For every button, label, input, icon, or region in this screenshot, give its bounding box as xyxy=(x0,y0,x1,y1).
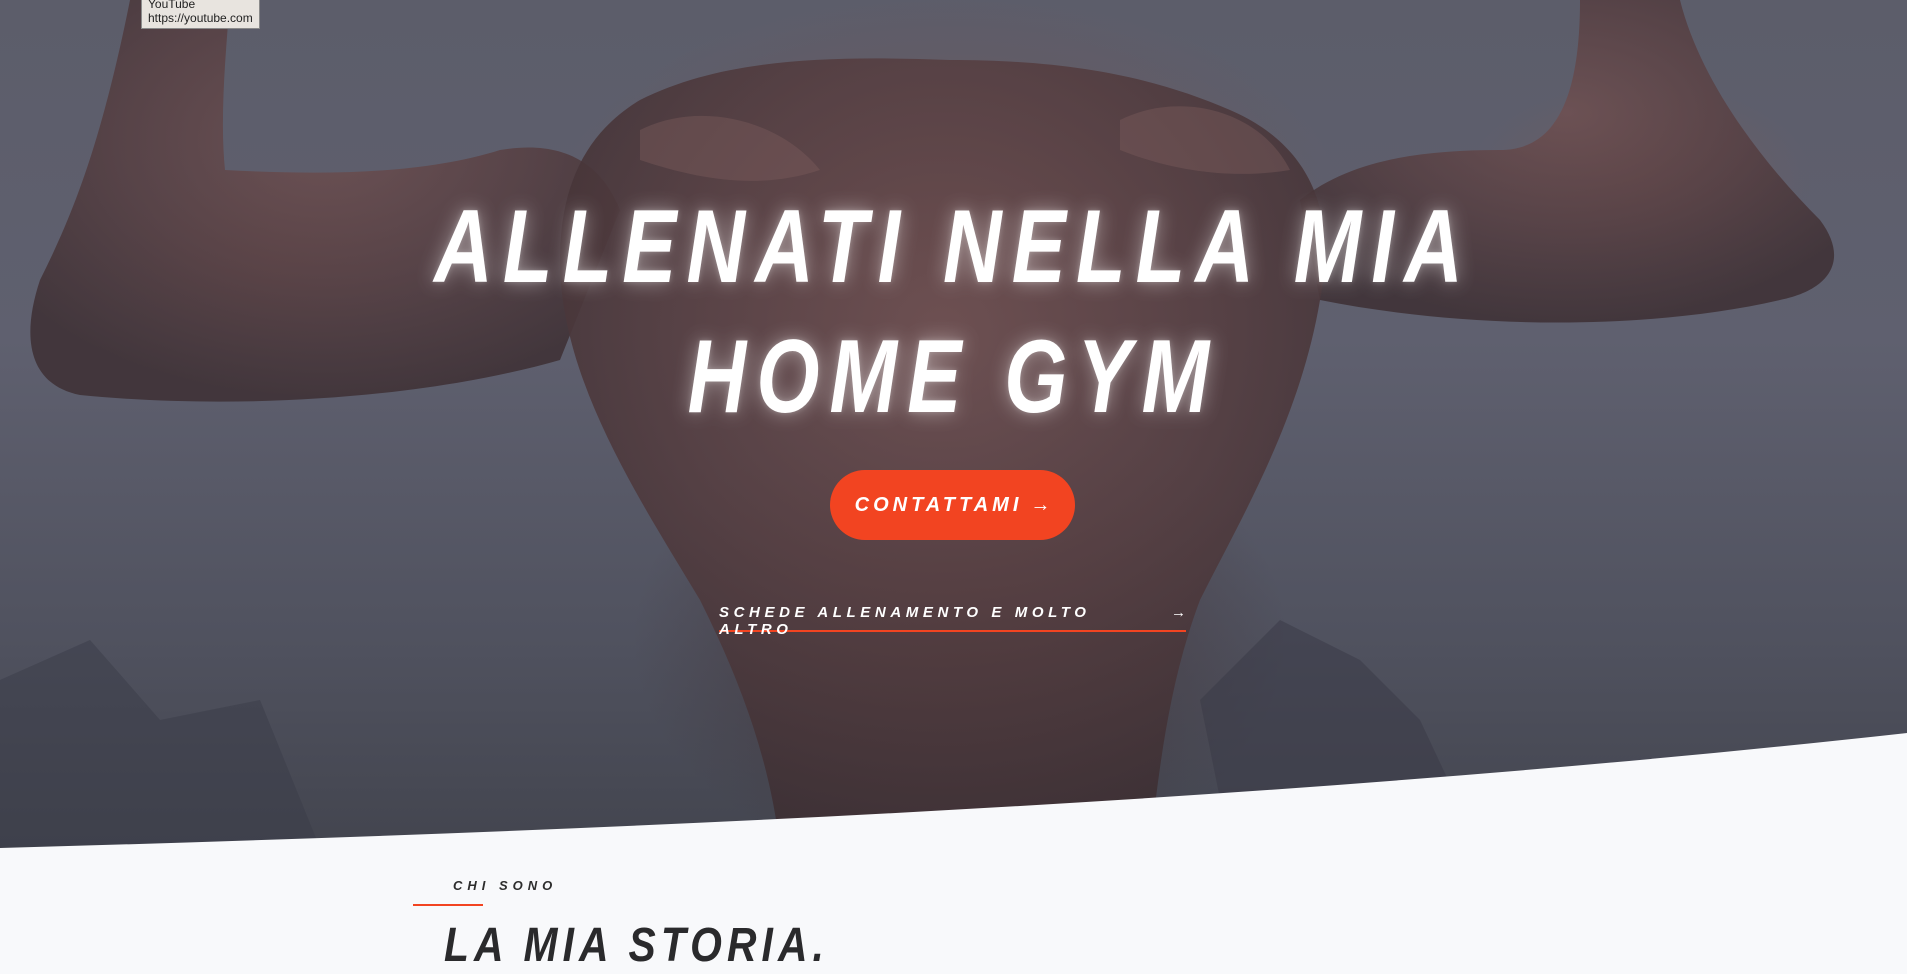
training-plans-link[interactable]: SCHEDE ALLENAMENTO E MOLTO ALTRO → xyxy=(719,604,1186,638)
section-eyebrow: CHI SONO xyxy=(453,878,558,893)
arrow-right-icon: → xyxy=(1171,604,1186,621)
hero-headline: ALLENATI NELLA MIA HOME GYM xyxy=(210,182,1697,442)
headline-line-1: ALLENATI NELLA MIA xyxy=(434,189,1473,305)
link-tooltip: YouTube https://youtube.com xyxy=(141,0,260,29)
arrow-right-icon: → xyxy=(1030,493,1051,516)
eyebrow-underline xyxy=(413,904,483,906)
contact-button-label: CONTATTAMI xyxy=(854,493,1023,516)
tooltip-url: https://youtube.com xyxy=(148,11,253,25)
section-title: LA MIA STORIA. xyxy=(444,919,829,972)
headline-line-2: HOME GYM xyxy=(687,319,1220,435)
training-plans-link-label: SCHEDE ALLENAMENTO E MOLTO ALTRO xyxy=(719,604,1091,638)
tooltip-title: YouTube xyxy=(148,0,196,11)
contact-button[interactable]: CONTATTAMI → xyxy=(830,470,1075,540)
